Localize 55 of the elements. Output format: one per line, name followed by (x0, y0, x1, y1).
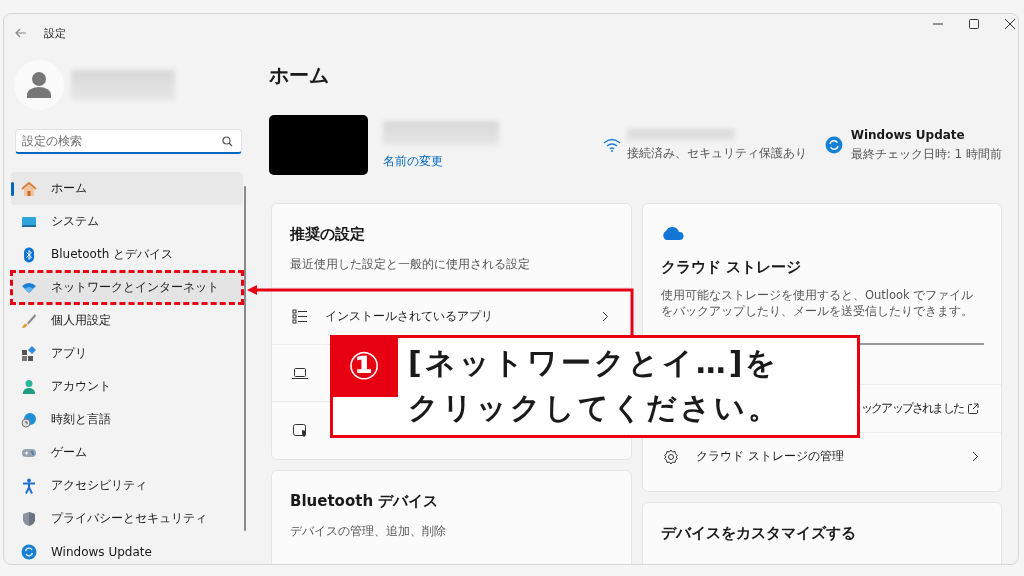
sidebar-item[interactable]: アプリ (11, 337, 243, 370)
person-icon (21, 378, 37, 395)
external-link-icon[interactable] (967, 402, 979, 415)
network-status: 接続済み、セキュリティ保護あり (626, 144, 807, 162)
card-title: Bluetooth デバイス (290, 492, 439, 511)
sidebar-item[interactable]: プライバシーとセキュリティ (11, 502, 243, 535)
callout-text: [ネットワークとイ…]を (408, 344, 781, 382)
sidebar-item[interactable]: 時刻と言語 (11, 403, 243, 436)
window-title: 設定 (44, 25, 66, 41)
search-field[interactable]: 設定の検索 (15, 129, 242, 154)
apps-icon (21, 345, 37, 362)
globe-clock-icon (21, 411, 37, 428)
update-status: 最終チェック日時: 1 時間前 (850, 145, 1002, 163)
bluetooth-icon (21, 246, 37, 263)
backup-status: ックアップされました (861, 400, 963, 417)
sidebar-item[interactable]: システム (11, 205, 243, 238)
update-title: Windows Update (850, 127, 966, 142)
sidebar-item[interactable]: Windows Update (11, 535, 243, 564)
card-subtitle: デバイスの管理、追加、削除 (290, 523, 446, 540)
chevron-right-icon (602, 310, 609, 322)
cloud-icon (661, 226, 685, 240)
window-shield-icon (292, 422, 308, 438)
rename-link[interactable]: 名前の変更 (383, 152, 499, 170)
callout-text: クリックしてください。 (408, 389, 781, 427)
sidebar-item[interactable]: ゲーム (11, 436, 243, 469)
maximize-icon[interactable] (969, 19, 979, 29)
gear-icon (663, 448, 679, 465)
laptop-icon (292, 365, 308, 381)
card-description: 使用可能なストレージを使用すると、Outlook でファイルをバックアップしたり、メールを送受信したりできます。 (661, 287, 975, 319)
sidebar-item[interactable]: 個人用設定 (11, 304, 243, 337)
row-label: インストールされているアプリ (325, 307, 494, 325)
sidebar-item[interactable]: アクセシビリティ (11, 469, 243, 502)
card-subtitle: 最近使用した設定と一般的に使用される設定 (290, 256, 530, 273)
card-title: 推奨の設定 (290, 225, 365, 244)
chevron-right-icon (972, 451, 979, 462)
accessibility-icon (21, 477, 37, 494)
update-icon (21, 543, 37, 560)
close-icon[interactable] (1005, 19, 1015, 29)
wifi-icon (602, 138, 621, 152)
avatar-icon (14, 60, 64, 110)
step-number: ① (330, 335, 398, 397)
search-icon (222, 136, 233, 147)
sidebar-item[interactable]: ホーム (11, 172, 243, 205)
brush-icon (21, 312, 37, 329)
sidebar-item[interactable]: ネットワークとインターネット (11, 271, 243, 304)
back-arrow-icon[interactable] (15, 28, 27, 38)
update-icon (824, 136, 843, 154)
card-title: デバイスをカスタマイズする (661, 524, 856, 543)
list-icon (292, 308, 308, 324)
shield-icon (21, 510, 37, 527)
page-title: ホーム (269, 62, 330, 88)
card-title: クラウド ストレージ (661, 258, 802, 277)
house-icon (21, 180, 37, 197)
sidebar-item[interactable]: Bluetooth とデバイス (11, 238, 243, 271)
sidebar-item[interactable]: アカウント (11, 370, 243, 403)
